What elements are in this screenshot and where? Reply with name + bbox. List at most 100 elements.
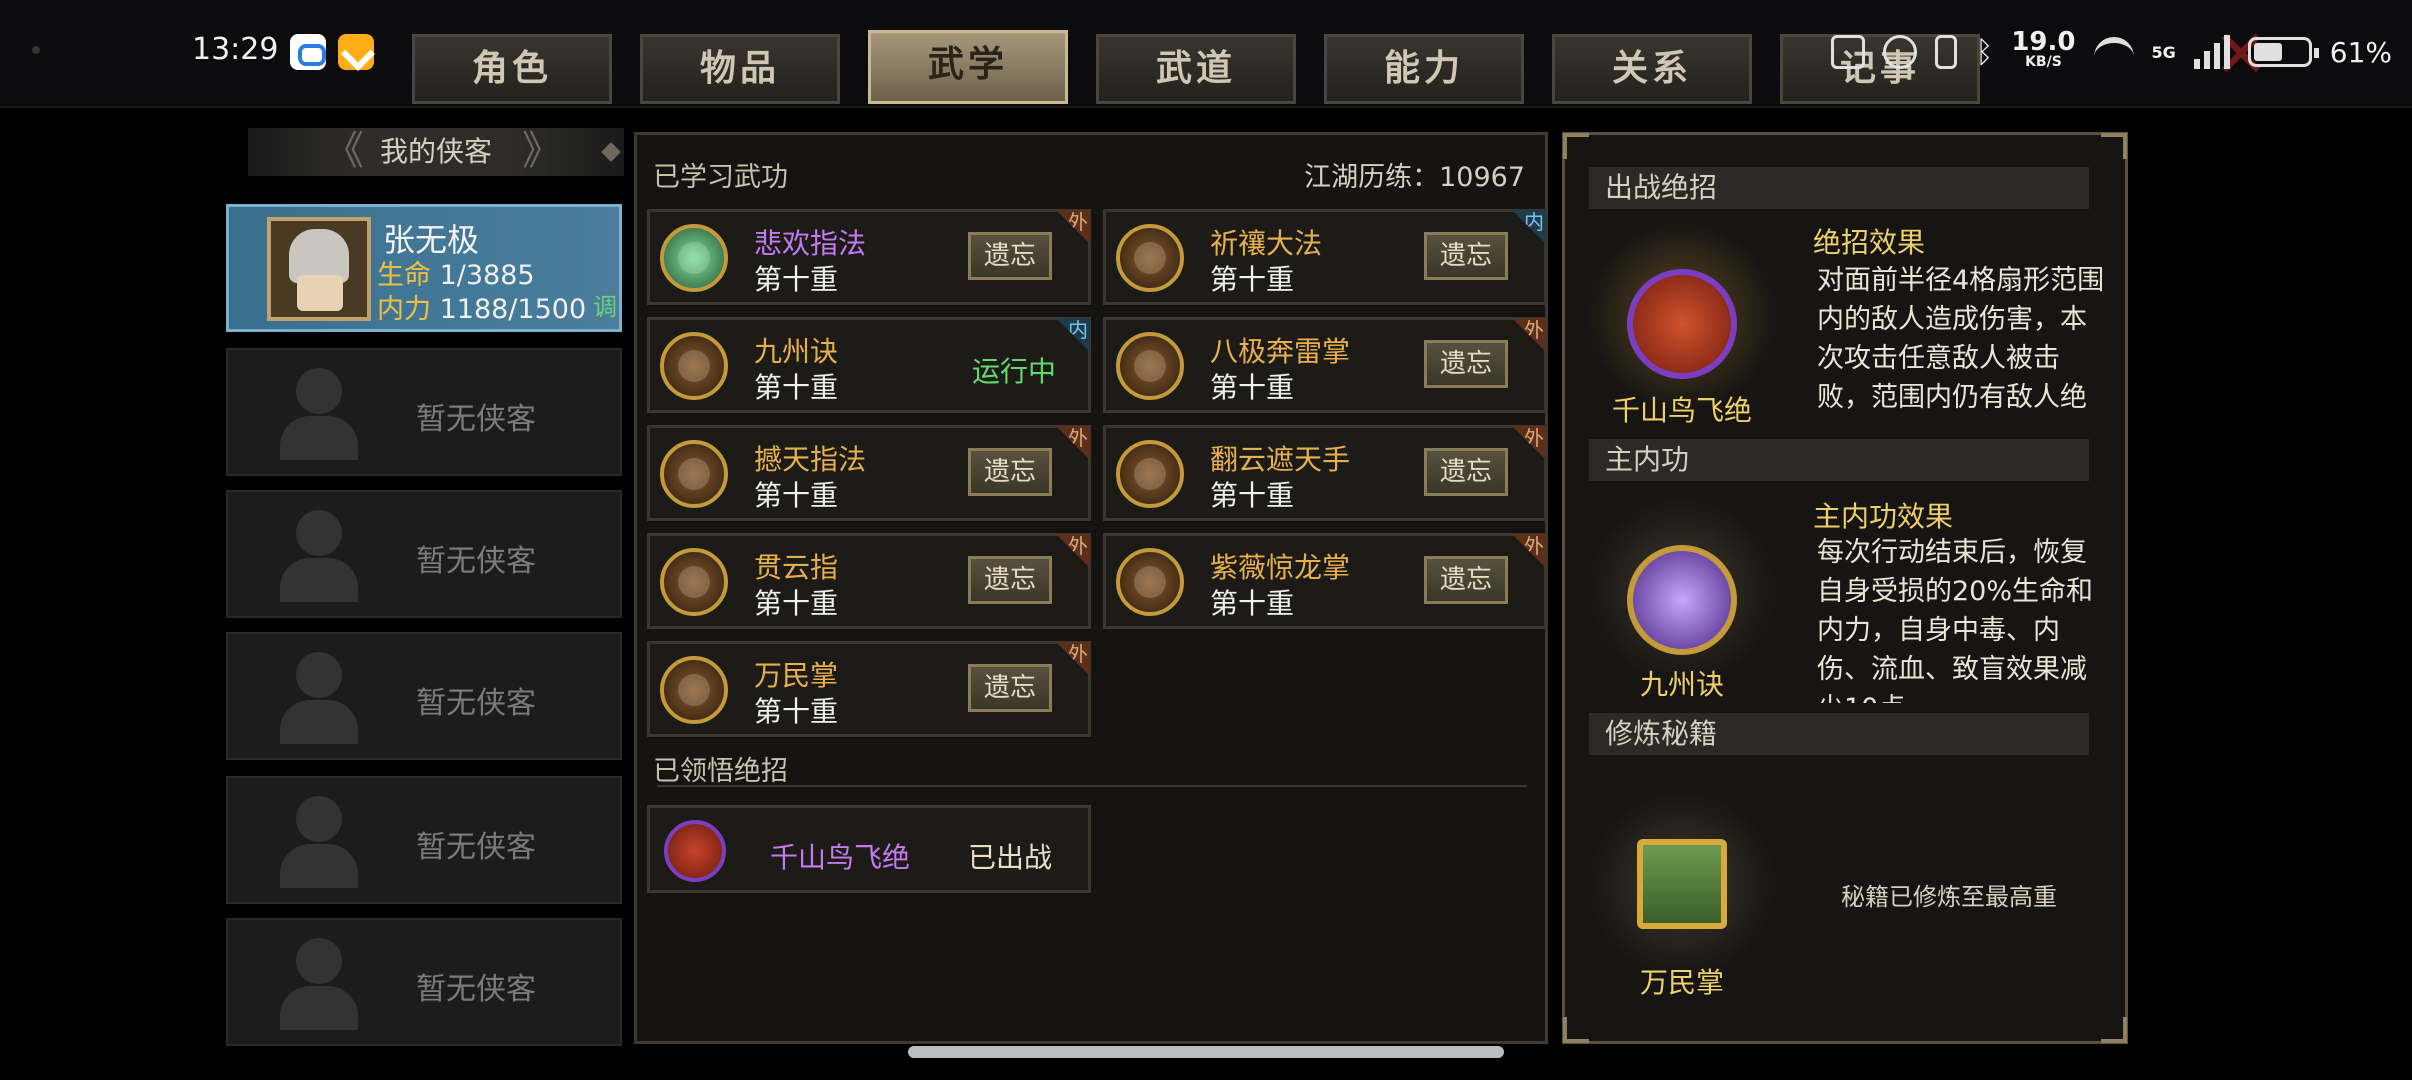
skill-type-tag: 外 <box>1056 426 1090 460</box>
skill-level: 第十重 <box>1210 263 1295 296</box>
empty-hero-silhouette-icon <box>276 368 362 460</box>
cloud-app-icon <box>290 34 326 70</box>
skill-level: 第十重 <box>1210 587 1295 620</box>
empty-hero-label: 暂无侠客 <box>416 402 536 437</box>
book-icon[interactable] <box>1637 839 1727 929</box>
skill-name: 八极奔雷掌 <box>1210 335 1351 368</box>
skill-type-tag: 外 <box>1056 642 1090 676</box>
hero-slot-empty[interactable]: 暂无侠客 <box>226 490 622 618</box>
forget-button[interactable]: 遗忘 <box>968 448 1052 496</box>
ult-name: 千山鸟飞绝 <box>770 841 911 874</box>
flower-icon <box>660 656 728 724</box>
skill-card[interactable]: 撼天指法 第十重 遗忘外 <box>647 425 1091 521</box>
ult-effect-title: 绝招效果 <box>1813 226 1926 259</box>
bluetooth-icon: ᛒ <box>1975 34 1994 70</box>
skill-type-tag: 外 <box>1056 534 1090 568</box>
forget-button[interactable]: 遗忘 <box>1424 448 1508 496</box>
manual-header: 修炼秘籍 <box>1589 713 2089 755</box>
camera-dot <box>32 46 40 54</box>
adjust-button[interactable]: 调 <box>593 287 617 322</box>
forget-button[interactable]: 遗忘 <box>968 664 1052 712</box>
manual-name: 万民掌 <box>1639 966 1724 999</box>
empty-hero-label: 暂无侠客 <box>416 544 536 579</box>
empty-hero-silhouette-icon <box>276 796 362 888</box>
experience-value: 江湖历练：10967 <box>1304 162 1525 193</box>
mountain-bird-icon[interactable] <box>1627 269 1737 379</box>
ult-effect-text: 对面前半径4格扇形范围内的敌人造成伤害，本次攻击任意敌人被击败，范围内仍有敌人绝 <box>1817 265 2105 413</box>
ult-status: 已出战 <box>968 841 1053 874</box>
frame-corner <box>1563 1017 1589 1043</box>
skill-card[interactable]: 翻云遮天手 第十重 遗忘外 <box>1103 425 1547 521</box>
skill-name: 翻云遮天手 <box>1210 443 1351 476</box>
manual-note: 秘籍已修炼至最高重 <box>1841 883 2057 911</box>
chevron-right-icon[interactable]: 》 <box>522 128 562 174</box>
net-type: 5G <box>2151 42 2176 62</box>
skills-panel: 已学习武功 江湖历练：10967 悲欢指法 第十重 遗忘外祈禳大法 第十重 遗忘内九州诀… <box>634 132 1548 1044</box>
empty-hero-label: 暂无侠客 <box>416 830 536 865</box>
skill-level: 第十重 <box>754 695 839 728</box>
tab-items[interactable]: 物品 <box>640 34 840 104</box>
skill-type-tag: 外 <box>1512 318 1546 352</box>
finger-icon <box>660 440 728 508</box>
tab-relations[interactable]: 关系 <box>1552 34 1752 104</box>
frame-corner <box>2101 133 2127 159</box>
main-inner-name: 九州诀 <box>1639 668 1724 701</box>
signal-icon <box>2193 35 2230 69</box>
forget-button[interactable]: 遗忘 <box>1424 340 1508 388</box>
skill-card[interactable]: 万民掌 第十重 遗忘外 <box>647 641 1091 737</box>
skill-name: 万民掌 <box>754 659 839 692</box>
skill-card[interactable]: 八极奔雷掌 第十重 遗忘外 <box>1103 317 1547 413</box>
divider <box>657 785 1527 787</box>
ult-row[interactable]: 千山鸟飞绝 已出战 <box>647 805 1091 893</box>
forget-button[interactable]: 遗忘 <box>968 232 1052 280</box>
skill-card[interactable]: 九州诀 第十重 运行中内 <box>647 317 1091 413</box>
skill-type-tag: 外 <box>1056 210 1090 244</box>
mountain-bird-icon <box>664 820 726 882</box>
inner-effect-title: 主内功效果 <box>1813 500 1954 533</box>
swirl-icon <box>1116 440 1184 508</box>
skill-card[interactable]: 祈禳大法 第十重 遗忘内 <box>1103 209 1547 305</box>
chevron-left-icon[interactable]: 《 <box>324 128 364 174</box>
skill-card[interactable]: 紫薇惊龙掌 第十重 遗忘外 <box>1103 533 1547 629</box>
ult-section-title: 已领悟绝招 <box>653 756 788 787</box>
home-indicator[interactable] <box>908 1046 1504 1058</box>
hero-list-title: 我的侠客 <box>379 135 492 168</box>
empty-hero-silhouette-icon <box>276 652 362 744</box>
top-bar: 13:29 角色 物品 武学 武道 能力 关系 记事 ✕ ᛒ 19.0 KB/S… <box>0 0 2412 108</box>
skill-card[interactable]: 悲欢指法 第十重 遗忘外 <box>647 209 1091 305</box>
hero-list-header: 《 我的侠客 》 <box>248 128 624 176</box>
frame-corner <box>2101 1017 2127 1043</box>
wifi-icon <box>2093 37 2134 67</box>
battery-percent: 61% <box>2329 35 2392 69</box>
tab-martial-way[interactable]: 武道 <box>1096 34 1296 104</box>
star-icon <box>1116 224 1184 292</box>
hero-slot-active[interactable]: 张无极 生命 1/3885 内力 1188/1500 调 <box>226 204 622 332</box>
palm-icon <box>1116 332 1184 400</box>
empty-hero-label: 暂无侠客 <box>416 972 536 1007</box>
empty-hero-label: 暂无侠客 <box>416 686 536 721</box>
hero-slot-empty[interactable]: 暂无侠客 <box>226 348 622 476</box>
pillar-icon[interactable] <box>1627 545 1737 655</box>
forget-button[interactable]: 遗忘 <box>1424 232 1508 280</box>
empty-hero-silhouette-icon <box>276 510 362 602</box>
skill-name: 紫薇惊龙掌 <box>1210 551 1351 584</box>
tab-martial-arts[interactable]: 武学 <box>868 30 1068 104</box>
diamond-icon <box>601 142 621 162</box>
hero-slot-empty[interactable]: 暂无侠客 <box>226 632 622 760</box>
skill-name: 悲欢指法 <box>754 227 867 260</box>
tab-abilities[interactable]: 能力 <box>1324 34 1524 104</box>
hero-slot-empty[interactable]: 暂无侠客 <box>226 776 622 904</box>
forget-button[interactable]: 遗忘 <box>1424 556 1508 604</box>
skill-level: 第十重 <box>754 479 839 512</box>
empty-hero-silhouette-icon <box>276 938 362 1030</box>
hero-slot-empty[interactable]: 暂无侠客 <box>226 918 622 1046</box>
main-inner-header: 主内功 <box>1589 439 2089 481</box>
skill-name: 祈禳大法 <box>1210 227 1323 260</box>
skill-card[interactable]: 贯云指 第十重 遗忘外 <box>647 533 1091 629</box>
skill-name: 九州诀 <box>754 335 839 368</box>
nfc-icon <box>1831 35 1866 69</box>
skill-type-tag: 外 <box>1512 426 1546 460</box>
forget-button[interactable]: 遗忘 <box>968 556 1052 604</box>
tab-character[interactable]: 角色 <box>412 34 612 104</box>
skill-name: 贯云指 <box>754 551 839 584</box>
